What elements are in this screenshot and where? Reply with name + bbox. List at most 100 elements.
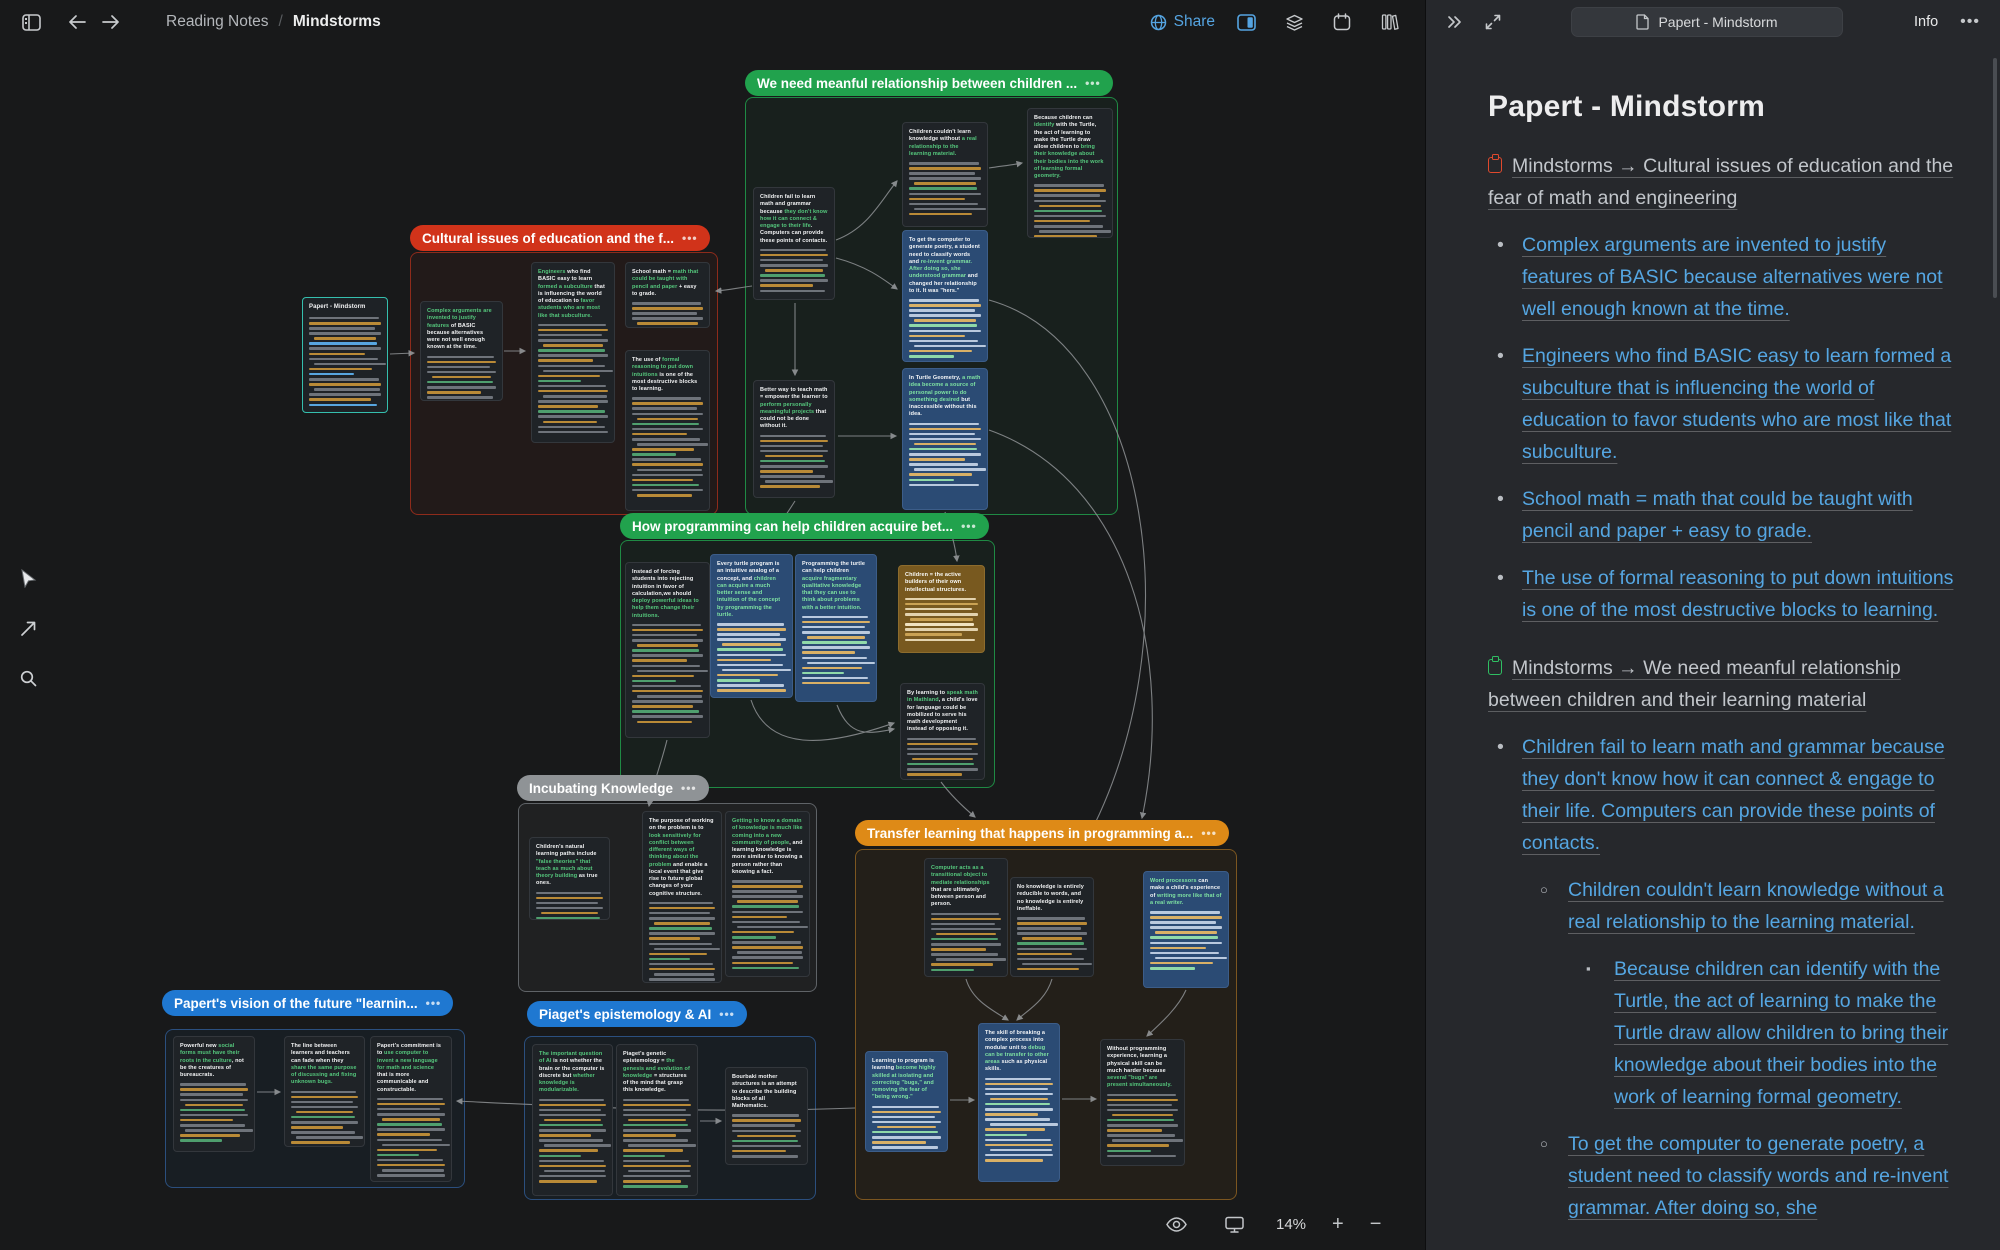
doc-bullet[interactable]: School math = math that could be taught … bbox=[1488, 483, 1957, 547]
card-speak-math[interactable]: By learning to speak math in Mathland, a… bbox=[900, 683, 985, 780]
group-menu-icon[interactable]: ••• bbox=[682, 231, 698, 245]
share-button[interactable]: Share bbox=[1150, 13, 1215, 31]
arrow-connector-icon[interactable] bbox=[12, 612, 44, 644]
card-formal-reasoning[interactable]: The use of formal reasoning to put down … bbox=[625, 350, 710, 511]
search-icon[interactable] bbox=[12, 662, 44, 694]
tag-library-icon[interactable] bbox=[1373, 7, 1407, 37]
card-text-line bbox=[427, 361, 496, 364]
card-text-line bbox=[623, 1124, 688, 1127]
card-text-line bbox=[1107, 1124, 1178, 1127]
card-because-identify[interactable]: Because children can identify with the T… bbox=[1027, 108, 1113, 238]
card-computer-transitional[interactable]: Computer acts as a transitional object t… bbox=[924, 858, 1008, 977]
card-better-way[interactable]: Better way to teach math = empower the l… bbox=[753, 380, 835, 498]
right-panel-toggle-icon[interactable] bbox=[1229, 7, 1263, 37]
card-text-line bbox=[632, 705, 693, 708]
group-header-how-programming[interactable]: How programming can help children acquir… bbox=[620, 513, 989, 539]
card-library-icon[interactable] bbox=[1277, 7, 1311, 37]
doc-section-link[interactable]: Mindstorms → We need meanful relationshi… bbox=[1488, 652, 1957, 716]
group-menu-icon[interactable]: ••• bbox=[719, 1007, 735, 1021]
group-menu-icon[interactable]: ••• bbox=[961, 519, 977, 533]
card-word-processors[interactable]: Word processors can make a child's exper… bbox=[1143, 871, 1229, 988]
collapse-panel-icon[interactable] bbox=[1440, 8, 1470, 36]
group-menu-icon[interactable]: ••• bbox=[1201, 826, 1217, 840]
group-header-transfer[interactable]: Transfer learning that happens in progra… bbox=[855, 820, 1229, 846]
card-text-line bbox=[872, 1146, 938, 1149]
card-text-line bbox=[637, 695, 702, 698]
card-line-between[interactable]: The line between learners and teachers c… bbox=[284, 1036, 365, 1147]
group-header-incubating[interactable]: Incubating Knowledge••• bbox=[517, 775, 709, 801]
select-cursor-icon[interactable] bbox=[12, 562, 44, 594]
group-menu-icon[interactable]: ••• bbox=[681, 781, 697, 795]
group-menu-icon[interactable]: ••• bbox=[426, 996, 442, 1010]
card-powerful-social[interactable]: Powerful new social forms must have thei… bbox=[173, 1036, 255, 1152]
card-text-line bbox=[544, 1170, 606, 1173]
card-text-line bbox=[632, 484, 699, 487]
doc-bullet[interactable]: The use of formal reasoning to put down … bbox=[1488, 562, 1957, 626]
doc-bullet[interactable]: Children fail to learn math and grammar … bbox=[1488, 731, 1957, 859]
card-children-fail[interactable]: Children fail to learn math and grammar … bbox=[753, 187, 835, 300]
left-sidebar-toggle-icon[interactable] bbox=[14, 7, 48, 37]
card-instead-forcing[interactable]: Instead of forcing students into rejecti… bbox=[625, 562, 710, 738]
group-header-papert-vision[interactable]: Papert's vision of the future "learnin..… bbox=[162, 990, 453, 1016]
card-text-line bbox=[538, 431, 608, 434]
card-text-line bbox=[623, 1155, 665, 1158]
card-complex-arguments[interactable]: Complex arguments are invented to justif… bbox=[420, 301, 503, 401]
doc-bullet[interactable]: Engineers who find BASIC easy to learn f… bbox=[1488, 340, 1957, 468]
card-to-get-poetry[interactable]: To get the computer to generate poetry, … bbox=[902, 230, 988, 362]
card-getting-know[interactable]: Getting to know a domain of knowledge is… bbox=[725, 811, 810, 977]
whiteboard-canvas[interactable]: We need meanful relationship between chi… bbox=[0, 0, 1425, 1250]
card-text-line bbox=[909, 203, 978, 206]
card-text-line bbox=[872, 1111, 941, 1114]
calendar-icon[interactable] bbox=[1325, 7, 1359, 37]
group-menu-icon[interactable]: ••• bbox=[1085, 76, 1101, 90]
breadcrumb-parent[interactable]: Reading Notes bbox=[166, 13, 269, 31]
card-every-turtle[interactable]: Every turtle program is an intuitive ana… bbox=[710, 554, 793, 698]
breadcrumb-current: Mindstorms bbox=[293, 13, 381, 31]
group-header-piaget[interactable]: Piaget's epistemology & AI••• bbox=[527, 1001, 747, 1027]
forward-arrow-icon[interactable] bbox=[94, 7, 128, 37]
card-children-active[interactable]: Children = the active builders of their … bbox=[898, 565, 985, 653]
card-natural-paths[interactable]: Children's natural learning paths includ… bbox=[529, 837, 610, 920]
card-purpose-working[interactable]: The purpose of working on the problem is… bbox=[642, 811, 722, 983]
card-bourbaki[interactable]: Bourbaki mother structures is an attempt… bbox=[725, 1067, 808, 1165]
panel-scrollbar[interactable] bbox=[1993, 58, 1997, 298]
card-school-math[interactable]: School math = math that could be taught … bbox=[625, 262, 710, 328]
panel-more-icon[interactable]: ••• bbox=[1954, 13, 1986, 31]
card-text-line bbox=[309, 353, 365, 356]
card-text-line bbox=[623, 1165, 691, 1168]
present-display-icon[interactable] bbox=[1218, 1208, 1250, 1240]
card-text-line bbox=[538, 339, 608, 342]
card-engineers[interactable]: Engineers who find BASIC easy to learn f… bbox=[531, 262, 615, 443]
card-piaget-genetic[interactable]: Piaget's genetic epistemology = the gene… bbox=[616, 1044, 698, 1196]
card-important-question[interactable]: The important question of AI is not whet… bbox=[532, 1044, 613, 1196]
info-button[interactable]: Info bbox=[1906, 10, 1946, 34]
group-header-cultural[interactable]: Cultural issues of education and the f..… bbox=[410, 225, 710, 251]
card-papert-mini[interactable]: Papert - Mindstorm bbox=[302, 297, 388, 413]
card-turtle-geometry[interactable]: In Turtle Geometry, a math idea become a… bbox=[902, 368, 988, 510]
card-children-couldnt[interactable]: Children couldn't learn knowledge withou… bbox=[902, 122, 988, 227]
doc-bullet[interactable]: Complex arguments are invented to justif… bbox=[1488, 229, 1957, 325]
card-without-programming[interactable]: Without programming experience, learning… bbox=[1100, 1039, 1185, 1166]
presentation-eye-icon[interactable] bbox=[1160, 1208, 1192, 1240]
doc-bullet[interactable]: Children couldn't learn knowledge withou… bbox=[1534, 874, 1957, 938]
back-arrow-icon[interactable] bbox=[60, 7, 94, 37]
card-text-line bbox=[1107, 1155, 1176, 1158]
card-text-line bbox=[909, 198, 965, 201]
card-programming-turtle[interactable]: Programming the turtle can help children… bbox=[795, 554, 877, 702]
doc-bullet[interactable]: To get the computer to generate poetry, … bbox=[1534, 1128, 1957, 1224]
zoom-out-icon[interactable]: − bbox=[1370, 1214, 1382, 1234]
card-text-line bbox=[765, 455, 823, 458]
zoom-level[interactable]: 14% bbox=[1276, 1216, 1306, 1233]
panel-tab[interactable]: Papert - Mindstorm bbox=[1571, 7, 1842, 37]
card-papert-commitment[interactable]: Papert's commitment is to use computer t… bbox=[370, 1036, 452, 1182]
card-skill-breaking[interactable]: The skill of breaking a complex process … bbox=[978, 1023, 1060, 1182]
card-text-line bbox=[910, 618, 973, 621]
card-no-knowledge[interactable]: No knowledge is entirely reducible to wo… bbox=[1010, 877, 1094, 977]
doc-section-link[interactable]: Mindstorms → Cultural issues of educatio… bbox=[1488, 150, 1957, 214]
group-header-we-need[interactable]: We need meanful relationship between chi… bbox=[745, 70, 1113, 96]
doc-bullet[interactable]: Because children can identify with the T… bbox=[1580, 953, 1957, 1113]
expand-panel-icon[interactable] bbox=[1478, 8, 1508, 36]
card-text-line bbox=[1150, 936, 1218, 939]
zoom-in-icon[interactable]: + bbox=[1332, 1214, 1344, 1234]
card-learning-program[interactable]: Learning to program is learning become h… bbox=[865, 1051, 948, 1152]
